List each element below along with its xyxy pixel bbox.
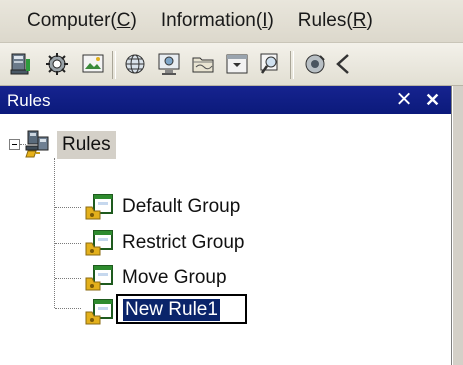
tree-item-restrict-group[interactable]: Restrict Group <box>122 230 244 256</box>
menu-rules-label: Rules( <box>297 10 353 31</box>
tree-connector <box>55 308 81 309</box>
rule-group-icon <box>84 264 114 292</box>
search-icon[interactable] <box>258 51 284 77</box>
tree-connector <box>55 207 81 208</box>
menu-computer[interactable]: Computer(C) <box>0 0 148 42</box>
tree-connector <box>55 278 81 279</box>
pin-icon[interactable]: ྾ <box>398 89 410 111</box>
computer-icon[interactable] <box>8 51 34 77</box>
folder-icon[interactable] <box>190 51 216 77</box>
collapse-toggle[interactable] <box>9 139 20 150</box>
window-icon[interactable] <box>224 51 250 77</box>
menu-information[interactable]: Information(I) <box>148 0 285 42</box>
tree-item-move-group[interactable]: Move Group <box>122 265 227 291</box>
menu-rules-accel: R <box>352 10 367 31</box>
tree-connector <box>54 158 55 308</box>
monitor-icon[interactable] <box>156 51 182 77</box>
camera-icon[interactable] <box>302 51 328 77</box>
toolbar <box>0 42 463 86</box>
toolbar-separator <box>290 51 294 79</box>
rename-edit-box[interactable]: New Rule1 <box>116 294 247 324</box>
menu-information-close: ) <box>267 10 274 31</box>
globe-icon[interactable] <box>122 51 148 77</box>
menu-computer-accel: C <box>116 10 131 31</box>
tree-item-new-rule-input[interactable]: New Rule1 <box>123 299 220 321</box>
settings-icon[interactable] <box>44 51 70 77</box>
rule-group-icon <box>84 193 114 221</box>
menu-information-label: Information( <box>160 10 263 31</box>
panel-title: Rules <box>7 91 51 110</box>
rule-group-icon <box>84 298 114 326</box>
menu-computer-label: Computer( <box>27 10 117 31</box>
network-computers-icon <box>24 129 54 159</box>
arrow-icon[interactable] <box>334 51 360 77</box>
rule-group-icon <box>84 229 114 257</box>
panel-edge <box>452 86 463 365</box>
panel-titlebar: Rules ྾ ✕ <box>0 86 451 114</box>
tree-item-default-group[interactable]: Default Group <box>122 194 240 220</box>
tree-root-label[interactable]: Rules <box>57 131 116 159</box>
tree-connector <box>55 243 81 244</box>
menu-rules-close: ) <box>366 10 373 31</box>
toolbar-separator <box>112 51 116 79</box>
menu-computer-close: ) <box>130 10 137 31</box>
menu-bar: Computer(C) Information(I) Rules(R) <box>0 0 463 42</box>
image-icon[interactable] <box>80 51 106 77</box>
close-icon[interactable]: ✕ <box>425 89 440 111</box>
menu-rules[interactable]: Rules(R) <box>285 0 384 42</box>
